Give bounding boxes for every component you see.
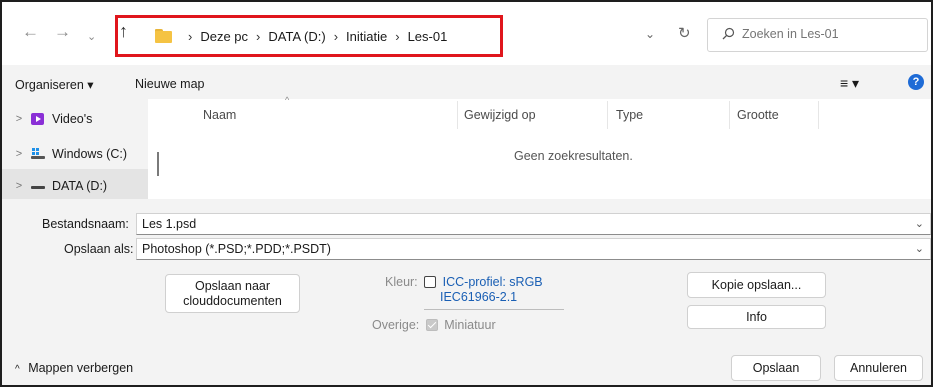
icc-profile-label[interactable]: ICC-profiel: sRGB bbox=[443, 275, 543, 289]
help-icon[interactable]: ? bbox=[908, 74, 924, 90]
info-label: Info bbox=[746, 309, 767, 324]
search-icon bbox=[722, 27, 735, 43]
recent-locations-button[interactable]: ⌄ bbox=[87, 29, 96, 45]
breadcrumb-item-this-pc[interactable]: Deze pc bbox=[200, 29, 248, 44]
breadcrumb-separator[interactable]: › bbox=[334, 29, 338, 44]
chevron-down-icon[interactable]: ⌄ bbox=[915, 217, 924, 230]
thumbnail-checkbox[interactable] bbox=[425, 319, 438, 331]
color-option: Kleur: ICC-profiel: sRGB bbox=[385, 275, 543, 289]
breadcrumb-separator[interactable]: › bbox=[395, 29, 399, 44]
options-divider bbox=[424, 309, 564, 310]
breadcrumb-item-data-drive[interactable]: DATA (D:) bbox=[268, 29, 325, 44]
chevron-up-icon: ^ bbox=[15, 364, 20, 375]
info-button[interactable]: Info bbox=[687, 305, 826, 329]
cancel-button-label: Annuleren bbox=[850, 360, 907, 375]
view-options-icon[interactable]: ≡ ▾ bbox=[840, 75, 859, 92]
column-header-type[interactable]: Type bbox=[616, 108, 643, 122]
search-box[interactable] bbox=[707, 18, 928, 52]
column-divider[interactable] bbox=[818, 101, 819, 129]
thumbnail-label: Miniatuur bbox=[444, 318, 496, 332]
windows-drive-icon bbox=[30, 147, 46, 161]
sidebar-item-label: DATA (D:) bbox=[52, 178, 108, 193]
breadcrumb-item-initiatie[interactable]: Initiatie bbox=[346, 29, 387, 44]
save-to-cloud-label: Opslaan naar clouddocumenten bbox=[183, 278, 282, 308]
back-button[interactable]: ← bbox=[22, 23, 39, 40]
new-folder-button[interactable]: Nieuwe map bbox=[135, 77, 204, 91]
icc-profile-checkbox[interactable] bbox=[424, 276, 437, 288]
column-divider[interactable] bbox=[607, 101, 608, 129]
navigation-pane: > Video's > Windows (C:) > DATA (D:) bbox=[2, 99, 148, 202]
search-input[interactable] bbox=[742, 27, 922, 41]
save-as-type-select[interactable]: Photoshop (*.PSD;*.PDD;*.PSDT) ⌄ bbox=[136, 238, 931, 260]
organize-button[interactable]: Organiseren ▾ bbox=[15, 77, 94, 92]
cancel-button[interactable]: Annuleren bbox=[834, 355, 923, 381]
data-drive-icon bbox=[30, 179, 46, 193]
save-button-label: Opslaan bbox=[752, 360, 800, 375]
sidebar-scrollbar[interactable] bbox=[157, 152, 159, 176]
sidebar-item-data-d[interactable]: > DATA (D:) bbox=[2, 169, 148, 202]
sidebar-item-label: Windows (C:) bbox=[52, 146, 128, 161]
other-option: Overige: Miniatuur bbox=[372, 318, 496, 332]
column-header-size[interactable]: Grootte bbox=[737, 108, 779, 122]
refresh-icon[interactable]: ↻ bbox=[678, 24, 691, 42]
save-as-type-label: Opslaan als: bbox=[64, 242, 134, 256]
chevron-down-icon[interactable]: ⌄ bbox=[915, 242, 924, 255]
breadcrumb-separator[interactable]: › bbox=[256, 29, 260, 44]
forward-button[interactable]: → bbox=[54, 23, 71, 40]
column-divider[interactable] bbox=[457, 101, 458, 129]
save-as-type-value: Photoshop (*.PSD;*.PDD;*.PSDT) bbox=[142, 242, 331, 256]
expand-chevron-icon[interactable]: > bbox=[2, 148, 30, 160]
sidebar-item-windows-c[interactable]: > Windows (C:) bbox=[2, 137, 148, 170]
icc-profile-label-line2: IEC61966-2.1 bbox=[440, 290, 518, 304]
empty-results-message: Geen zoekresultaten. bbox=[514, 149, 633, 163]
other-label: Overige: bbox=[372, 318, 420, 332]
column-header-name[interactable]: Naam bbox=[203, 108, 236, 122]
color-label: Kleur: bbox=[385, 275, 418, 289]
breadcrumb-separator: › bbox=[188, 28, 193, 44]
sidebar-item-label: Video's bbox=[52, 111, 93, 126]
filename-field[interactable]: Les 1.psd ⌄ bbox=[136, 213, 931, 235]
hide-folders-label: Mappen verbergen bbox=[28, 361, 134, 375]
expand-chevron-icon[interactable]: > bbox=[2, 180, 30, 192]
breadcrumb-item-les-01[interactable]: Les-01 bbox=[408, 29, 448, 44]
folder-icon bbox=[155, 29, 172, 43]
videos-icon bbox=[30, 112, 46, 126]
breadcrumb[interactable]: › Deze pc › DATA (D:) › Initiatie › Les-… bbox=[155, 25, 447, 47]
sidebar-item-videos[interactable]: > Video's bbox=[2, 102, 148, 135]
filename-label: Bestandsnaam: bbox=[42, 217, 129, 231]
save-copy-label: Kopie opslaan... bbox=[711, 277, 802, 292]
filename-value: Les 1.psd bbox=[142, 217, 197, 231]
hide-folders-toggle[interactable]: ^ Mappen verbergen bbox=[15, 361, 133, 375]
sort-ascending-icon: ^ bbox=[285, 95, 290, 105]
expand-chevron-icon[interactable]: > bbox=[2, 113, 30, 125]
address-dropdown-icon[interactable]: ⌄ bbox=[645, 27, 655, 41]
column-divider[interactable] bbox=[729, 101, 730, 129]
column-header-modified[interactable]: Gewijzigd op bbox=[464, 108, 536, 122]
save-copy-button[interactable]: Kopie opslaan... bbox=[687, 272, 826, 298]
save-button[interactable]: Opslaan bbox=[731, 355, 821, 381]
command-bar: Organiseren ▾ Nieuwe map ≡ ▾ bbox=[2, 65, 931, 99]
save-to-cloud-button[interactable]: Opslaan naar clouddocumenten bbox=[165, 274, 300, 313]
